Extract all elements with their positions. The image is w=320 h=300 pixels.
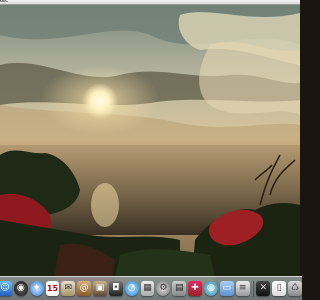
- ichat-icon[interactable]: ◔: [124, 281, 139, 296]
- address-book-icon[interactable]: @: [77, 281, 92, 296]
- mail-icon[interactable]: ✉: [61, 281, 76, 296]
- sun-icon: [82, 83, 118, 119]
- trash-icon[interactable]: ♺: [288, 281, 302, 296]
- safari-icon[interactable]: ✦: [29, 281, 44, 296]
- finder-icon[interactable]: ☺: [0, 281, 12, 296]
- camera-icon[interactable]: ◘: [108, 281, 123, 296]
- desktop-wallpaper: [0, 5, 300, 300]
- document-icon[interactable]: ▯: [272, 281, 287, 296]
- stack-icon[interactable]: ≡: [235, 281, 250, 296]
- x11-icon[interactable]: ✕: [256, 281, 271, 296]
- folder-icon[interactable]: ▭: [219, 281, 234, 296]
- dock-separator: [252, 280, 254, 297]
- utility-icon[interactable]: ▤: [172, 281, 187, 296]
- toolbox-icon[interactable]: ✚: [188, 281, 202, 296]
- system-preferences-icon[interactable]: ⚙: [156, 281, 171, 296]
- network-globe-icon[interactable]: ◍: [203, 281, 218, 296]
- dashboard-icon[interactable]: ◉: [13, 281, 28, 296]
- calendar-icon[interactable]: 15: [45, 281, 60, 296]
- grid-app-icon[interactable]: ▦: [140, 281, 155, 296]
- sunset-seascape-image: [0, 5, 300, 300]
- menu-bar-title[interactable]: ddc: [0, 0, 8, 4]
- dock: ☺ ◉ ✦ 15 ✉ @ ▣ ◘ ◔ ▦ ⚙ ▤ ✚ ◍ ▭ ≡ ✕ ▯ ♺: [0, 276, 302, 300]
- photo-icon[interactable]: ▣: [93, 281, 107, 296]
- menu-bar: ddc: [0, 0, 300, 5]
